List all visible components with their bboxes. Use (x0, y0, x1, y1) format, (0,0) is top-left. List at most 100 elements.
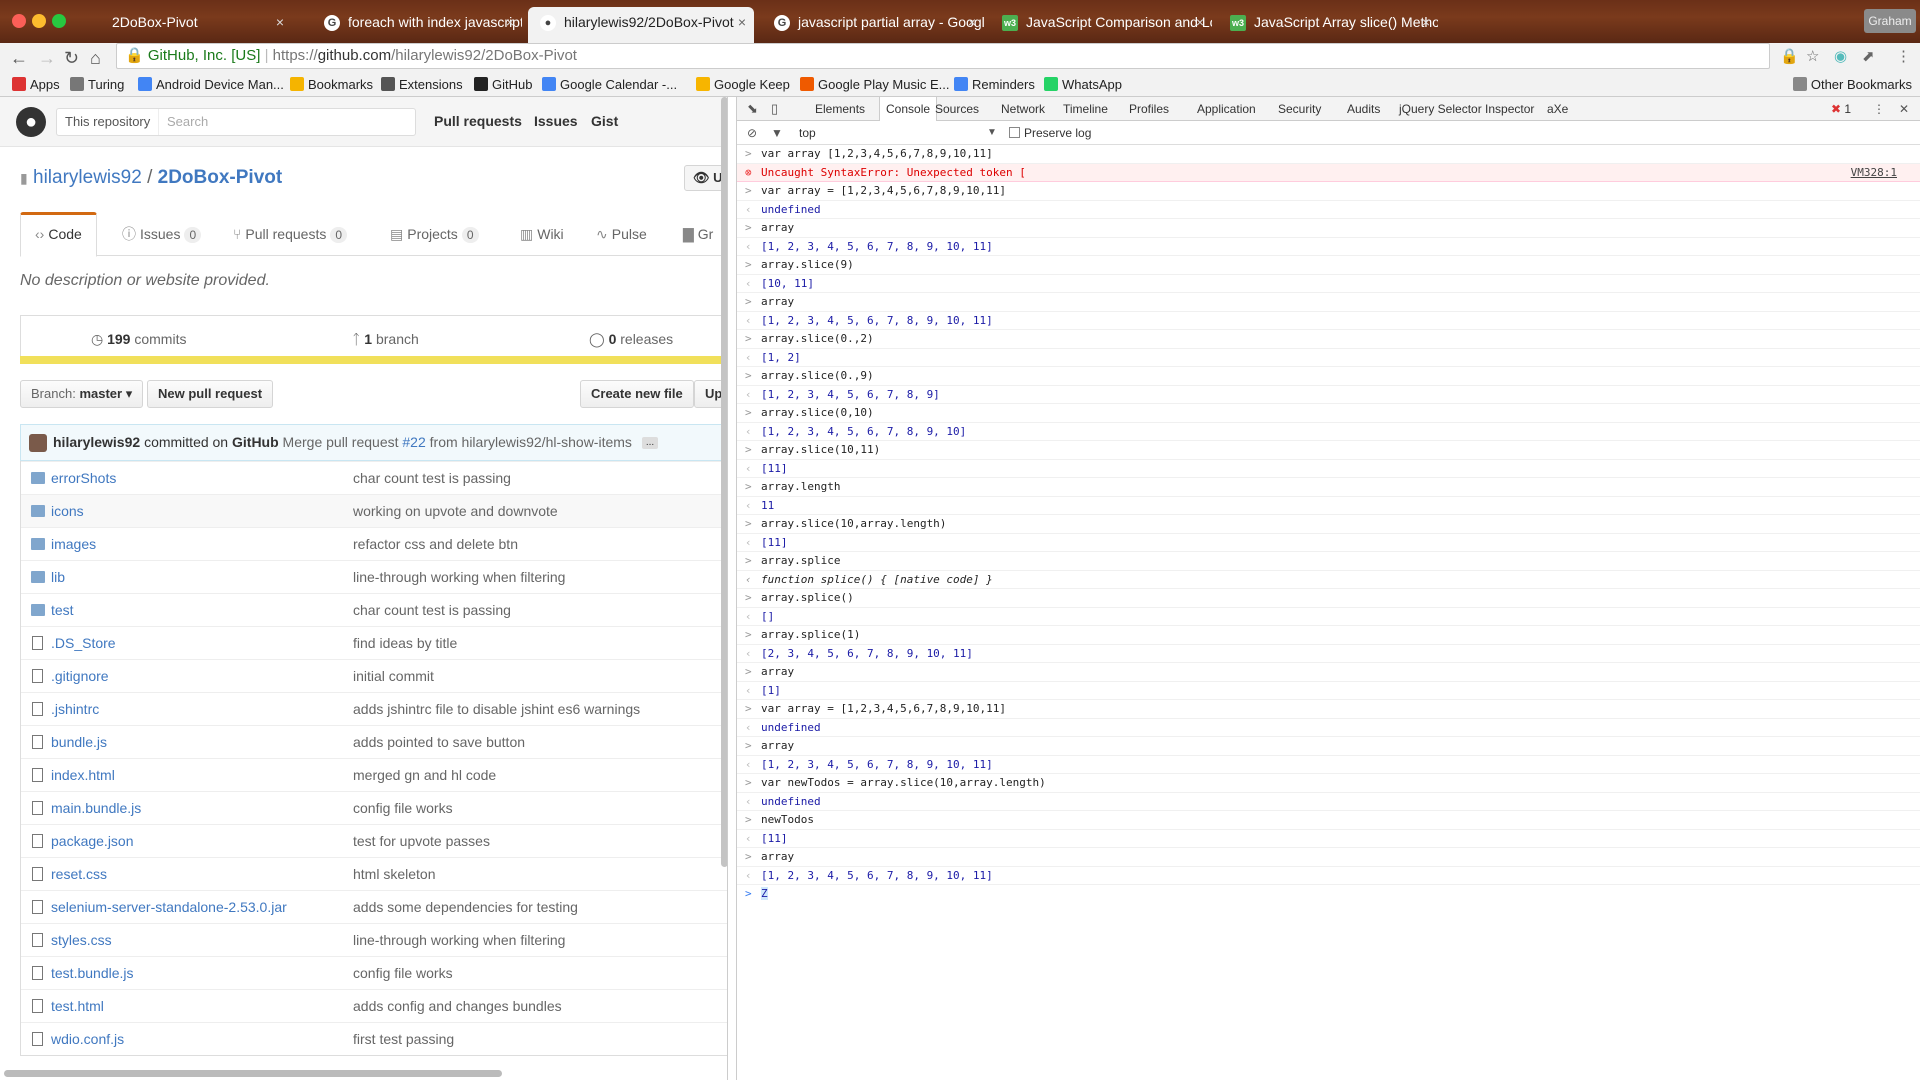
console-prompt[interactable]: > Z (737, 885, 1920, 904)
reload-icon[interactable]: ↻ (64, 48, 79, 68)
commit-message-link[interactable]: find ideas by title (353, 627, 457, 659)
devtools-tab-network[interactable]: Network (1001, 97, 1045, 121)
file-name-link[interactable]: selenium-server-standalone-2.53.0.jar (51, 891, 287, 923)
file-name-link[interactable]: test (51, 594, 74, 626)
context-select[interactable]: top (799, 121, 816, 145)
file-name-link[interactable]: package.json (51, 825, 134, 857)
devtools-tab-console[interactable]: Console (879, 97, 938, 122)
file-name-link[interactable]: wdio.conf.js (51, 1023, 124, 1055)
file-row[interactable]: package.json test for upvote passes (21, 824, 727, 857)
file-name-link[interactable]: .jshintrc (51, 693, 99, 725)
devtools-tab-timeline[interactable]: Timeline (1063, 97, 1108, 121)
github-logo-icon[interactable]: ● (16, 107, 46, 137)
commit-message-link[interactable]: test for upvote passes (353, 825, 490, 857)
tab-pulse[interactable]: ∿ Pulse (596, 212, 647, 256)
file-row[interactable]: test char count test is passing (21, 593, 727, 626)
search-input[interactable]: This repository Search (56, 108, 416, 136)
devtools-tab-application[interactable]: Application (1197, 97, 1256, 121)
commit-expand-button[interactable]: ... (641, 437, 659, 449)
device-toggle-icon[interactable]: ▯ (771, 97, 778, 121)
nav-pull-requests[interactable]: Pull requests (434, 113, 522, 129)
commit-message-link[interactable]: html skeleton (353, 858, 435, 890)
page-scrollbar-vertical[interactable] (721, 97, 727, 867)
bookmark-item[interactable]: Turing (70, 76, 124, 94)
file-row[interactable]: icons working on upvote and downvote (21, 494, 727, 527)
file-name-link[interactable]: test.html (51, 990, 104, 1022)
maximize-window-button[interactable] (52, 14, 66, 28)
close-tab-icon[interactable]: × (506, 7, 514, 37)
browser-tab[interactable]: w3 JavaScript Comparison and Lo × (990, 7, 1212, 44)
commit-author[interactable]: hilarylewis92 (53, 434, 140, 450)
bookmark-item[interactable]: Google Play Music E... (800, 76, 950, 94)
bookmark-item[interactable]: Bookmarks (290, 76, 373, 94)
commit-message-link[interactable]: line-through working when filtering (353, 561, 565, 593)
close-tab-icon[interactable]: × (276, 7, 284, 37)
devtools-tab-jquery-selector-inspector[interactable]: jQuery Selector Inspector (1399, 97, 1534, 121)
file-row[interactable]: test.bundle.js config file works (21, 956, 727, 989)
file-name-link[interactable]: test.bundle.js (51, 957, 134, 989)
nav-issues[interactable]: Issues (534, 113, 578, 129)
home-icon[interactable]: ⌂ (90, 48, 101, 68)
context-dropdown-icon[interactable]: ▼ (987, 121, 997, 145)
devtools-menu-icon[interactable]: ⋮ (1873, 97, 1885, 121)
file-row[interactable]: wdio.conf.js first test passing (21, 1022, 727, 1055)
close-window-button[interactable] (12, 14, 26, 28)
browser-tab[interactable]: Gforeach with index javascript × (312, 7, 522, 44)
commit-message-link[interactable]: char count test is passing (353, 594, 511, 626)
devtools-tab-sources[interactable]: Sources (935, 97, 979, 121)
file-row[interactable]: images refactor css and delete btn (21, 527, 727, 560)
file-name-link[interactable]: lib (51, 561, 65, 593)
error-source-link[interactable]: VM328:1 (1851, 164, 1897, 183)
menu-icon[interactable]: ⋮ (1896, 47, 1911, 65)
console-error-line[interactable]: ⊗ Uncaught SyntaxError: Unexpected token … (737, 163, 1920, 183)
commit-message-link[interactable]: config file works (353, 957, 453, 989)
file-name-link[interactable]: main.bundle.js (51, 792, 141, 824)
bookmark-star-icon[interactable]: ☆ (1806, 47, 1819, 65)
file-row[interactable]: lib line-through working when filtering (21, 560, 727, 593)
tab-pull-requests[interactable]: ⑂ Pull requests 0 (233, 212, 348, 256)
file-name-link[interactable]: reset.css (51, 858, 107, 890)
bookmark-item[interactable]: Google Keep (696, 76, 790, 94)
file-name-link[interactable]: styles.css (51, 924, 112, 956)
bookmark-item[interactable]: Google Calendar -... (542, 76, 677, 94)
extension-lock-icon[interactable]: 🔒 (1780, 47, 1799, 65)
commit-message-link[interactable]: adds some dependencies for testing (353, 891, 578, 923)
close-tab-icon[interactable]: × (1422, 7, 1430, 37)
browser-tab[interactable]: ● hilarylewis92/2DoBox-Pivot × (528, 7, 754, 44)
devtools-tab-profiles[interactable]: Profiles (1129, 97, 1169, 121)
file-row[interactable]: main.bundle.js config file works (21, 791, 727, 824)
file-row[interactable]: .gitignore initial commit (21, 659, 727, 692)
tab-issues[interactable]: ⓘ Issues 0 (122, 212, 202, 256)
file-row[interactable]: test.html adds config and changes bundles (21, 989, 727, 1022)
commit-message-link[interactable]: initial commit (353, 660, 434, 692)
commit-message-link[interactable]: line-through working when filtering (353, 924, 565, 956)
tab-wiki[interactable]: ▥ Wiki (520, 212, 564, 256)
clear-console-icon[interactable]: ⊘ (747, 121, 757, 145)
file-row[interactable]: errorShots char count test is passing (21, 461, 727, 494)
extension-icon[interactable]: ◉ (1834, 47, 1847, 65)
extension-cursor-icon[interactable]: ⬈ (1862, 47, 1875, 65)
file-row[interactable]: selenium-server-standalone-2.53.0.jar add… (21, 890, 727, 923)
other-bookmarks[interactable]: Other Bookmarks (1792, 76, 1912, 94)
commit-message-link[interactable]: adds pointed to save button (353, 726, 525, 758)
browser-tab[interactable]: w3 JavaScript Array slice() Metho × (1218, 7, 1438, 44)
commit-message-link[interactable]: refactor css and delete btn (353, 528, 518, 560)
close-tab-icon[interactable]: × (1196, 7, 1204, 37)
new-pull-request-button[interactable]: New pull request (147, 380, 274, 408)
file-row[interactable]: styles.css line-through working when filt… (21, 923, 727, 956)
file-name-link[interactable]: .DS_Store (51, 627, 116, 659)
close-tab-icon[interactable]: × (968, 7, 976, 37)
console-input[interactable]: Z (761, 887, 768, 900)
repo-owner-link[interactable]: hilarylewis92 (33, 167, 142, 188)
close-tab-icon[interactable]: × (738, 7, 746, 37)
inspect-icon[interactable]: ⬊ (747, 97, 758, 121)
file-name-link[interactable]: index.html (51, 759, 115, 791)
commit-message[interactable]: Merge pull request (283, 434, 399, 450)
language-bar[interactable] (20, 356, 727, 364)
file-row[interactable]: index.html merged gn and hl code (21, 758, 727, 791)
bookmark-item[interactable]: Android Device Man... (138, 76, 284, 94)
file-name-link[interactable]: errorShots (51, 462, 116, 494)
minimize-window-button[interactable] (32, 14, 46, 28)
commit-pr-link[interactable]: #22 (402, 434, 425, 450)
devtools-tab-audits[interactable]: Audits (1347, 97, 1380, 121)
